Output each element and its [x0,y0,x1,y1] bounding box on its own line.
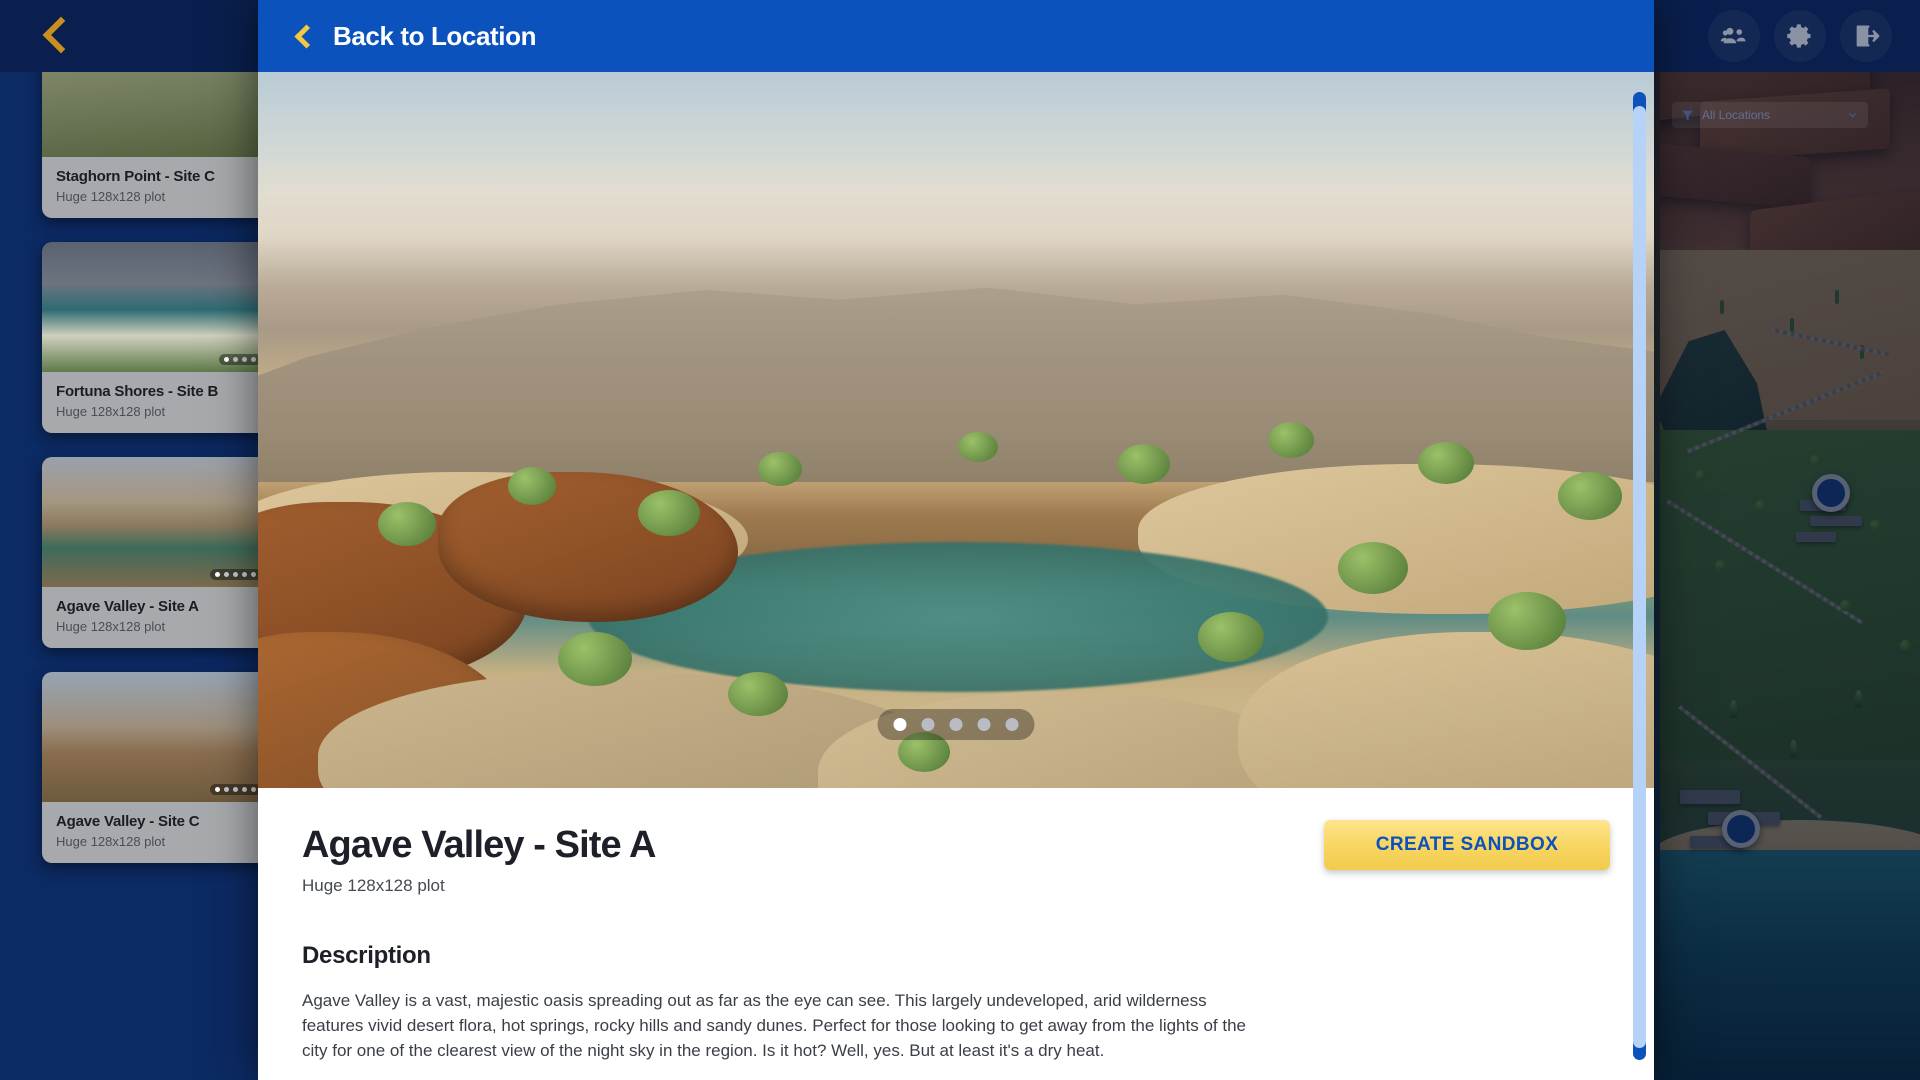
site-thumbnail [42,672,258,802]
description-text: Agave Valley is a vast, majestic oasis s… [302,991,1246,1061]
carousel-dot[interactable] [251,572,256,577]
carousel-dot[interactable] [251,357,256,362]
site-card-subtitle: Huge 128x128 plot [56,189,166,204]
topbar-action-group [1708,10,1892,62]
chevron-left-icon [294,23,319,49]
carousel-dot[interactable] [242,357,247,362]
site-card-title: Agave Valley - Site A [56,598,199,615]
members-glyph [1720,27,1746,44]
hero-rock-formation [438,472,738,622]
site-thumbnail [42,457,258,587]
chevron-down-icon [1848,112,1857,117]
sidebar-site-card[interactable]: Staghorn Point - Site C Huge 128x128 plo… [42,72,258,218]
hero-vegetation [1418,442,1474,484]
hero-vegetation [758,452,802,486]
carousel-dot[interactable] [224,572,229,577]
location-filter-value: All Locations [1702,108,1771,122]
modal-scrollbar[interactable] [1633,92,1646,1060]
chevron-left-icon[interactable] [42,16,80,54]
hero-vegetation [1488,592,1566,650]
site-card-body: Agave Valley - Site A Huge 128x128 plot [42,587,258,648]
create-sandbox-button[interactable]: CREATE SANDBOX [1324,820,1610,870]
site-card-subtitle: Huge 128x128 plot [56,404,166,419]
logout-glyph [1856,25,1880,47]
settings-icon[interactable] [1774,10,1826,62]
carousel-dot[interactable] [233,357,238,362]
hero-vegetation [638,490,700,536]
site-detail-body: Agave Valley - Site A Huge 128x128 plot … [258,788,1654,1063]
site-plot-size: Huge 128x128 plot [302,876,445,895]
carousel-dot[interactable] [215,787,220,792]
site-card-body: Agave Valley - Site C Huge 128x128 plot [42,802,258,863]
carousel-dot[interactable] [977,718,991,731]
description-heading: Description [302,942,431,969]
hero-sand-dune [1238,632,1654,788]
carousel-dot[interactable] [224,787,229,792]
carousel-dot[interactable] [224,357,229,362]
site-thumbnail [42,72,258,157]
carousel-dot[interactable] [251,787,256,792]
site-hero-image[interactable] [258,72,1654,788]
site-card-title: Fortuna Shores - Site B [56,383,219,400]
carousel-dot[interactable] [233,572,238,577]
hero-vegetation [958,432,998,462]
site-card-body: Fortuna Shores - Site B Huge 128x128 plo… [42,372,258,433]
site-card-subtitle: Huge 128x128 plot [56,619,166,634]
site-card-subtitle: Huge 128x128 plot [56,834,166,849]
hero-vegetation [1268,422,1314,458]
sidebar-site-card[interactable]: Agave Valley - Site C Huge 128x128 plot [42,672,258,863]
back-to-location-label: Back to Location [333,20,537,51]
carousel-dot[interactable] [215,572,220,577]
location-filter-dropdown[interactable]: All Locations [1672,102,1868,128]
site-card-body: Staghorn Point - Site C Huge 128x128 plo… [42,157,258,218]
carousel-dot[interactable] [242,787,247,792]
app-root: All Locations Select a site Staghorn Poi… [0,0,1920,1080]
carousel-dot[interactable] [233,787,238,792]
thumbnail-carousel-dots[interactable] [210,784,258,795]
hero-vegetation [378,502,436,546]
back-to-location-button[interactable]: Back to Location [258,0,1654,72]
hero-vegetation [1558,472,1622,520]
modal-scrollbar-thumb[interactable] [1633,106,1646,1048]
gear-glyph [1787,24,1811,48]
site-thumbnail [42,242,258,372]
hero-vegetation [1118,444,1170,484]
site-detail-modal: Back to Location Agave Valley - Site A H… [258,0,1654,1080]
funnel-icon [1682,110,1693,120]
site-card-title: Staghorn Point - Site C [56,168,215,185]
site-card-title: Agave Valley - Site C [56,813,200,830]
carousel-dot[interactable] [949,718,963,731]
hero-vegetation [1338,542,1408,594]
logout-icon[interactable] [1840,10,1892,62]
hero-vegetation [1198,612,1264,662]
hero-vegetation [508,467,556,505]
thumbnail-carousel-dots[interactable] [219,354,258,365]
carousel-dot[interactable] [242,572,247,577]
carousel-dot[interactable] [921,718,935,731]
hero-vegetation [558,632,632,686]
carousel-dot[interactable] [893,718,907,731]
hero-vegetation [728,672,788,716]
hero-carousel-dots[interactable] [877,709,1035,740]
site-selection-sidebar: Select a site Staghorn Point - Site C Hu… [0,72,258,1080]
sidebar-site-card[interactable]: Agave Valley - Site A Huge 128x128 plot [42,457,258,648]
sidebar-site-card[interactable]: Fortuna Shores - Site B Huge 128x128 plo… [42,242,258,433]
carousel-dot[interactable] [1005,718,1019,731]
thumbnail-carousel-dots[interactable] [210,569,258,580]
members-icon[interactable] [1708,10,1760,62]
